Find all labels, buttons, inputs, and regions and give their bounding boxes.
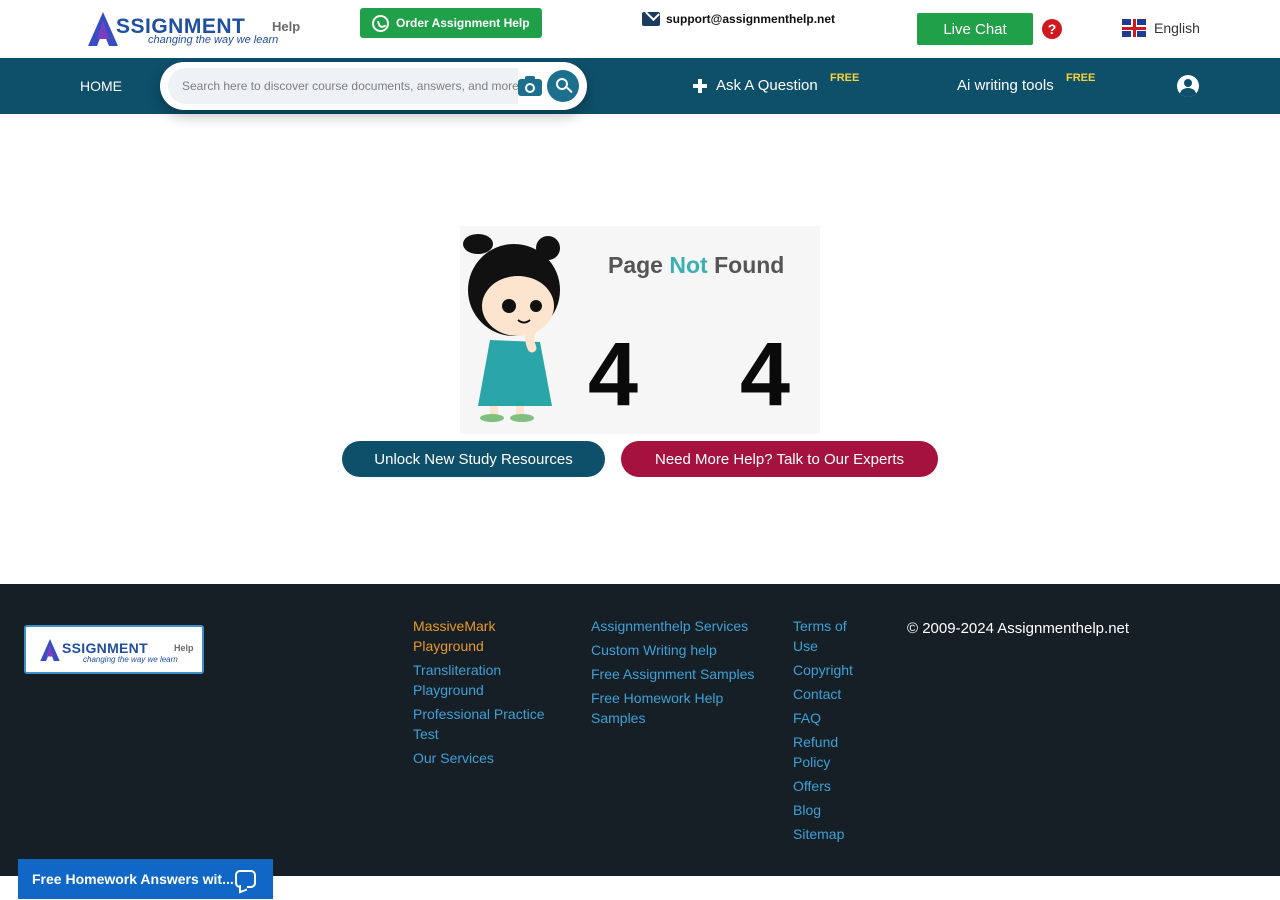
- talk-to-experts-button[interactable]: Need More Help? Talk to Our Experts: [621, 441, 938, 477]
- free-homework-chat-widget[interactable]: Free Homework Answers wit...: [18, 859, 273, 899]
- footer-logo-suffix: Help: [174, 643, 194, 653]
- ask-question-link[interactable]: Ask A Question: [693, 77, 818, 94]
- page-not-found-title: Page Not Found: [608, 252, 784, 279]
- footer-column-tools: MassiveMark Playground Transliteration P…: [413, 616, 563, 772]
- logo-mark-icon: [88, 12, 118, 46]
- support-email-link[interactable]: support@assignmenthelp.net: [642, 10, 835, 28]
- language-label: English: [1154, 20, 1200, 36]
- footer-link-contact[interactable]: Contact: [793, 684, 868, 704]
- question-icon[interactable]: ?: [1042, 19, 1062, 39]
- order-button-label: Order Assignment Help: [396, 16, 530, 30]
- footer-column-services: Assignmenthelp Services Custom Writing h…: [591, 616, 761, 732]
- footer-column-legal: Terms of Use Copyright Contact FAQ Refun…: [793, 616, 868, 848]
- title-word-not: Not: [669, 252, 708, 278]
- user-account-icon[interactable]: [1177, 75, 1199, 97]
- site-footer: SSIGNMENT Help changing the way we learn…: [0, 584, 1280, 876]
- ask-free-badge: FREE: [830, 72, 860, 84]
- footer-link-massivemark[interactable]: MassiveMark Playground: [413, 616, 563, 656]
- search-input[interactable]: [168, 68, 518, 104]
- site-logo[interactable]: SSIGNMENT Help changing the way we learn: [86, 9, 301, 49]
- footer-link-faq[interactable]: FAQ: [793, 708, 868, 728]
- copyright-text: © 2009-2024 Assignmenthelp.net: [907, 620, 1130, 637]
- footer-link-transliteration[interactable]: Transliteration Playground: [413, 660, 563, 700]
- footer-logo[interactable]: SSIGNMENT Help changing the way we learn: [24, 625, 204, 674]
- logo-suffix: Help: [272, 19, 301, 34]
- whatsapp-icon: [372, 14, 389, 32]
- plus-icon: [693, 78, 707, 93]
- page-not-found-illustration: Page Not Found 4 4: [460, 226, 820, 434]
- footer-link-sitemap[interactable]: Sitemap: [793, 824, 868, 844]
- footer-link-terms[interactable]: Terms of Use: [793, 616, 868, 656]
- footer-link-copyright[interactable]: Copyright: [793, 660, 868, 680]
- footer-link-services[interactable]: Assignmenthelp Services: [591, 616, 761, 636]
- search-bar: [160, 62, 587, 110]
- footer-logo-tagline: changing the way we learn: [83, 655, 178, 664]
- chat-widget-label: Free Homework Answers wit...: [32, 871, 234, 887]
- order-assignment-button[interactable]: Order Assignment Help: [360, 8, 542, 38]
- search-button[interactable]: [547, 70, 579, 102]
- footer-link-homework-samples[interactable]: Free Homework Help Samples: [591, 688, 761, 728]
- title-word-page: Page: [608, 252, 663, 278]
- footer-link-assignment-samples[interactable]: Free Assignment Samples: [591, 664, 761, 684]
- error-digit-last: 4: [740, 325, 791, 425]
- language-selector[interactable]: English: [1122, 19, 1200, 37]
- ai-writing-tools-link[interactable]: Ai writing tools: [957, 77, 1054, 94]
- logo-tagline: changing the way we learn: [148, 34, 279, 46]
- ai-free-badge: FREE: [1066, 72, 1096, 84]
- error-digit-first: 4: [588, 325, 639, 425]
- uk-flag-icon: [1122, 19, 1146, 37]
- ask-question-label: Ask A Question: [716, 77, 818, 94]
- live-chat-button[interactable]: Live Chat: [917, 13, 1033, 45]
- footer-link-practice-test[interactable]: Professional Practice Test: [413, 704, 563, 744]
- footer-link-refund[interactable]: Refund Policy: [793, 732, 868, 772]
- camera-search-icon[interactable]: [517, 75, 543, 97]
- unlock-study-resources-button[interactable]: Unlock New Study Resources: [342, 441, 605, 477]
- footer-link-our-services[interactable]: Our Services: [413, 748, 563, 768]
- footer-logo-mark-icon: [40, 639, 60, 661]
- nav-home-link[interactable]: HOME: [80, 78, 122, 94]
- confused-girl-illustration: [463, 234, 560, 422]
- footer-logo-brand: SSIGNMENT: [62, 640, 148, 656]
- chat-bubble-icon: [235, 870, 256, 888]
- title-word-found: Found: [714, 252, 785, 278]
- support-email: support@assignmenthelp.net: [666, 12, 836, 26]
- footer-link-custom-writing[interactable]: Custom Writing help: [591, 640, 761, 660]
- footer-link-blog[interactable]: Blog: [793, 800, 868, 820]
- footer-link-offers[interactable]: Offers: [793, 776, 868, 796]
- top-bar: SSIGNMENT Help changing the way we learn…: [0, 0, 1280, 58]
- mail-icon: [642, 12, 660, 26]
